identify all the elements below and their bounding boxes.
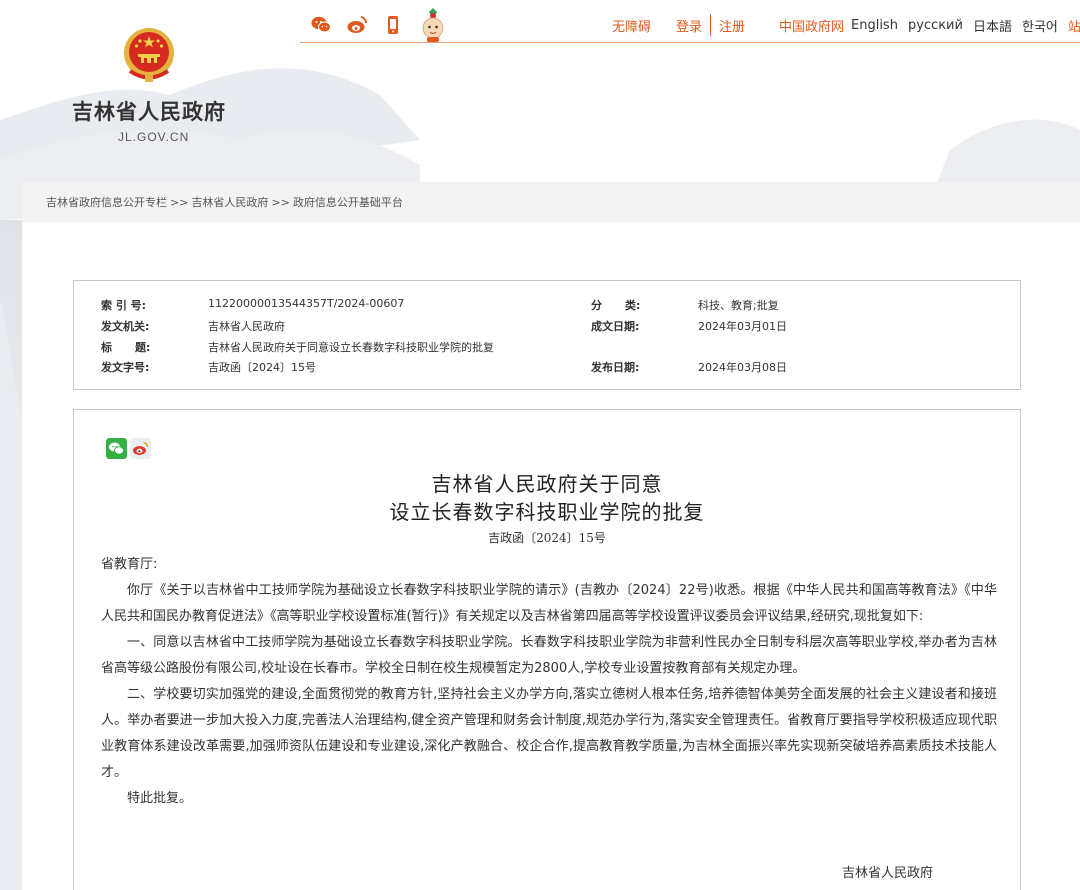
mobile-icon[interactable] [382,14,404,36]
weibo-icon[interactable] [346,14,368,36]
published-date-value: 2024年03月08日 [698,361,787,374]
paragraph: 一、同意以吉林省中工技师学院为基础设立长春数字科技职业学院。长春数字科技职业学院… [101,635,997,676]
title-label: 标 题: [101,341,151,354]
top-links: 无障碍 登录 注册 中国政府网 English русский 日本語 한국어 … [612,14,1080,36]
share-bar [106,438,151,459]
document-body: 吉林省人民政府关于同意 设立长春数字科技职业学院的批复 吉政函〔2024〕15号… [73,409,1021,890]
weibo-share-icon[interactable] [130,438,151,459]
link-divider [710,14,711,36]
english-link[interactable]: English [851,18,898,33]
document-info-table: 索 引 号: 11220000013544357T/2024-00607 分 类… [73,280,1021,390]
document-title-line1: 吉林省人民政府关于同意 [431,472,663,496]
breadcrumb-separator: >> [170,196,189,209]
china-gov-link[interactable]: 中国政府网 [779,16,851,35]
document-number: 吉政函〔2024〕15号 [488,531,606,545]
site-title[interactable]: 吉林省人民政府 [72,96,226,126]
title-value: 吉林省人民政府关于同意设立长春数字科技职业学院的批复 [208,341,494,354]
document-text: 省教育厅: 你厅《关于以吉林省中工技师学院为基础设立长春数字科技职业学院的请示》… [101,552,997,812]
paragraph: 二、学校要切实加强党的建设,全面贯彻党的教育方针,坚持社会主义办学方向,落实立德… [101,687,997,780]
issuer-value: 吉林省人民政府 [208,320,285,333]
published-date-label: 发布日期: [591,361,640,374]
site-group-link[interactable]: 站群导 [1068,16,1080,35]
signature: 吉林省人民政府 [842,866,934,881]
info-row: 标 题: 吉林省人民政府关于同意设立长春数字科技职业学院的批复 [74,339,1020,359]
wechat-share-icon[interactable] [106,438,127,459]
mascot-icon[interactable] [420,8,446,42]
paragraph: 你厅《关于以吉林省中工技师学院为基础设立长春数字科技职业学院的请示》(吉教办〔2… [101,583,997,624]
korean-link[interactable]: 한국어 [1022,16,1058,35]
breadcrumb-separator: >> [271,196,290,209]
paragraph: 特此批复。 [127,791,193,806]
created-date-label: 成文日期: [591,320,640,333]
doc-number-label: 发文字号: [101,361,150,374]
salutation: 省教育厅: [101,557,158,572]
breadcrumb: 吉林省政府信息公开专栏 >> 吉林省人民政府 >> 政府信息公开基础平台 [22,182,1080,222]
japanese-link[interactable]: 日本語 [973,16,1012,35]
index-label: 索 引 号: [101,299,147,312]
login-link[interactable]: 登录 [676,16,710,35]
info-row: 发文机关: 吉林省人民政府 成文日期: 2024年03月01日 [74,318,1020,338]
doc-number-value: 吉政函〔2024〕15号 [208,361,316,374]
wechat-icon[interactable] [310,14,332,36]
header-divider [300,42,1080,43]
social-bar [310,8,446,42]
category-value: 科技、教育;批复 [698,299,779,312]
created-date-value: 2024年03月01日 [698,320,787,333]
issuer-label: 发文机关: [101,320,150,333]
category-label: 分 类: [591,299,641,312]
index-value: 11220000013544357T/2024-00607 [208,297,405,310]
national-emblem-icon[interactable] [122,26,176,84]
breadcrumb-item-info-column[interactable]: 吉林省政府信息公开专栏 [46,196,167,209]
russian-link[interactable]: русский [908,18,963,33]
site-domain: JL.GOV.CN [118,130,190,144]
accessible-link[interactable]: 无障碍 [612,16,676,35]
register-link[interactable]: 注册 [719,16,779,35]
breadcrumb-item-platform[interactable]: 政府信息公开基础平台 [293,196,403,209]
info-row: 发文字号: 吉政函〔2024〕15号 发布日期: 2024年03月08日 [74,359,1020,379]
document-title-line2: 设立长春数字科技职业学院的批复 [389,500,705,524]
info-row: 索 引 号: 11220000013544357T/2024-00607 分 类… [74,297,1020,317]
breadcrumb-item-government[interactable]: 吉林省人民政府 [191,196,268,209]
